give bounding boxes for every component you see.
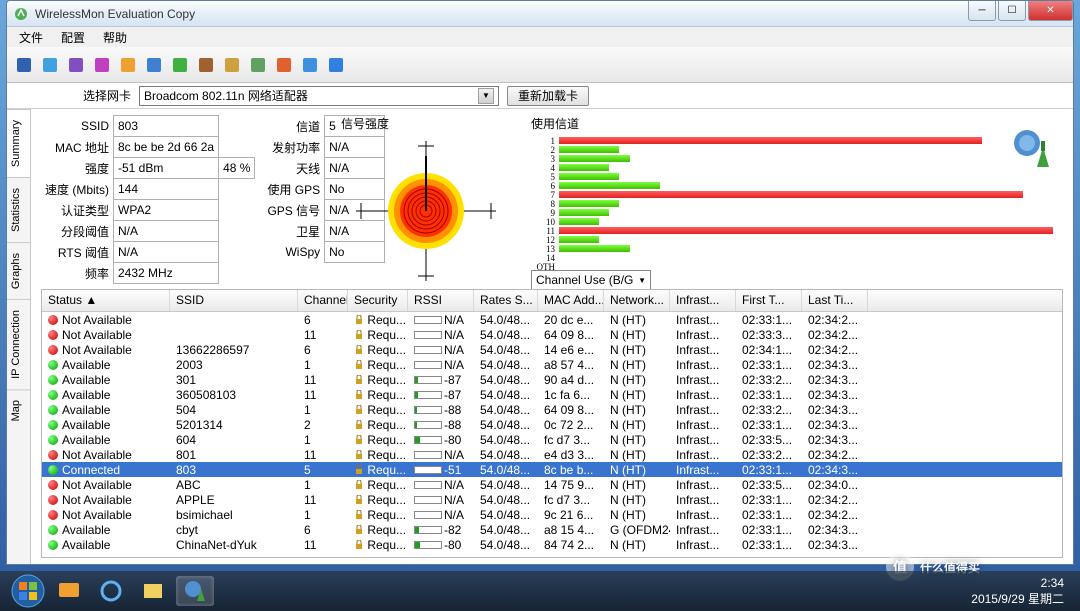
table-row[interactable]: Not AvailableAPPLE11 Requ...N/A54.0/48..… [42, 492, 1062, 507]
menu-help[interactable]: 帮助 [95, 27, 135, 48]
taskbar-app-1[interactable] [50, 576, 88, 606]
system-tray[interactable]: 2:34 2015/9/29 星期二 [971, 576, 1072, 607]
col-header[interactable]: Network... [604, 290, 670, 311]
table-body: Not Available6 Requ...N/A54.0/48...20 dc… [42, 312, 1062, 557]
minimize-button[interactable]: ─ [968, 1, 996, 21]
channel-title: 使用信道 [531, 115, 1063, 132]
table-row[interactable]: Available30111 Requ...-8754.0/48...90 a4… [42, 372, 1062, 387]
col-header[interactable]: Status ▲ [42, 290, 170, 311]
sound-icon[interactable] [247, 54, 269, 76]
table-row[interactable]: AvailableChinaNet-dYuk11 Requ...-8054.0/… [42, 537, 1062, 552]
taskbar: 2:34 2015/9/29 星期二 [0, 571, 1080, 611]
start-button[interactable] [8, 571, 48, 611]
col-header[interactable]: Security [348, 290, 408, 311]
col-header[interactable]: Infrast... [670, 290, 736, 311]
networks-table: Status ▲SSIDChannelSecurityRSSIRates S..… [41, 289, 1063, 558]
toolbar [7, 47, 1073, 83]
side-tab-ip-connection[interactable]: IP Connection [7, 299, 30, 389]
save-icon[interactable] [13, 54, 35, 76]
side-tab-summary[interactable]: Summary [7, 109, 30, 177]
channel-usage-panel: 使用信道 1234567891011121314OTH Channel Use … [531, 115, 1063, 283]
side-tabs: SummaryStatisticsGraphsIP ConnectionMap [7, 109, 31, 564]
window-icon[interactable] [117, 54, 139, 76]
table-header: Status ▲SSIDChannelSecurityRSSIRates S..… [42, 290, 1062, 312]
gauge-title: 信号强度 [341, 115, 521, 132]
col-header[interactable]: Last Ti... [802, 290, 868, 311]
refresh-icon[interactable] [169, 54, 191, 76]
channel-use-select[interactable]: Channel Use (B/G▼ [531, 270, 651, 290]
globe-icon[interactable] [299, 54, 321, 76]
main-window: WirelessMon Evaluation Copy ─ ☐ ✕ 文件 配置 … [6, 0, 1074, 565]
log-icon[interactable] [195, 54, 217, 76]
taskbar-app-3[interactable] [134, 576, 172, 606]
table-row[interactable]: Available5041 Requ...-8854.0/48...64 09 … [42, 402, 1062, 417]
side-tab-graphs[interactable]: Graphs [7, 242, 30, 299]
col-header[interactable]: RSSI [408, 290, 474, 311]
table-row[interactable]: Availablecbyt6 Requ...-8254.0/48...a8 15… [42, 522, 1062, 537]
dropdown-arrow-icon: ▼ [478, 88, 494, 104]
col-header[interactable]: MAC Add... [538, 290, 604, 311]
taskbar-app-2[interactable] [92, 576, 130, 606]
col-header[interactable]: SSID [170, 290, 298, 311]
signal-gauge-panel: 信号强度 [341, 115, 521, 283]
table-row[interactable]: Available36050810311 Requ...-8754.0/48..… [42, 387, 1062, 402]
table-row[interactable]: Available6041 Requ...-8054.0/48...fc d7 … [42, 432, 1062, 447]
table-row[interactable]: Available52013142 Requ...-8854.0/48...0c… [42, 417, 1062, 432]
col-header[interactable]: Rates S... [474, 290, 538, 311]
title-bar: WirelessMon Evaluation Copy ─ ☐ ✕ [7, 1, 1073, 27]
maximize-button[interactable]: ☐ [998, 1, 1026, 21]
menu-file[interactable]: 文件 [11, 27, 51, 48]
col-header[interactable]: Channel [298, 290, 348, 311]
help-icon[interactable] [325, 54, 347, 76]
table-row[interactable]: Not AvailableABC1 Requ...N/A54.0/48...14… [42, 477, 1062, 492]
reload-adapter-button[interactable]: 重新加载卡 [507, 86, 589, 106]
table-row[interactable]: Available20031 Requ...N/A54.0/48...a8 57… [42, 357, 1062, 372]
side-tab-map[interactable]: Map [7, 389, 30, 431]
close-button[interactable]: ✕ [1028, 1, 1073, 21]
map-icon[interactable] [273, 54, 295, 76]
menu-bar: 文件 配置 帮助 [7, 27, 1073, 47]
menu-config[interactable]: 配置 [53, 27, 93, 48]
adapter-select[interactable]: Broadcom 802.11n 网络适配器 ▼ [139, 86, 499, 106]
adapter-selected: Broadcom 802.11n 网络适配器 [144, 87, 308, 104]
side-tab-statistics[interactable]: Statistics [7, 177, 30, 242]
copy-icon[interactable] [91, 54, 113, 76]
channel-bars: 1234567891011121314OTH [531, 136, 1063, 266]
connect-icon[interactable] [39, 54, 61, 76]
table-row[interactable]: Connected8035 Requ...-5154.0/48...8c be … [42, 462, 1062, 477]
table-row[interactable]: Not Available80111 Requ...N/A54.0/48...e… [42, 447, 1062, 462]
table-row[interactable]: Not Available136622865976 Requ...N/A54.0… [42, 342, 1062, 357]
window-title: WirelessMon Evaluation Copy [35, 7, 966, 21]
adapter-row: 选择网卡 Broadcom 802.11n 网络适配器 ▼ 重新加载卡 [7, 83, 1073, 109]
table-row[interactable]: Not Available11 Requ...N/A54.0/48...64 0… [42, 327, 1062, 342]
col-header[interactable]: First T... [736, 290, 802, 311]
taskbar-wirelessmon[interactable] [176, 576, 214, 606]
clipboard-icon[interactable] [221, 54, 243, 76]
app-icon [13, 6, 29, 22]
info-icon[interactable] [143, 54, 165, 76]
config-icon[interactable] [65, 54, 87, 76]
signal-gauge [341, 136, 511, 286]
table-row[interactable]: Not Available6 Requ...N/A54.0/48...20 dc… [42, 312, 1062, 327]
table-row[interactable]: Not Availablebsimichael1 Requ...N/A54.0/… [42, 507, 1062, 522]
connection-info-panel: SSID803信道5MAC 地址8c be be 2d 66 2a发射功率N/A… [41, 115, 331, 283]
adapter-label: 选择网卡 [83, 87, 131, 104]
